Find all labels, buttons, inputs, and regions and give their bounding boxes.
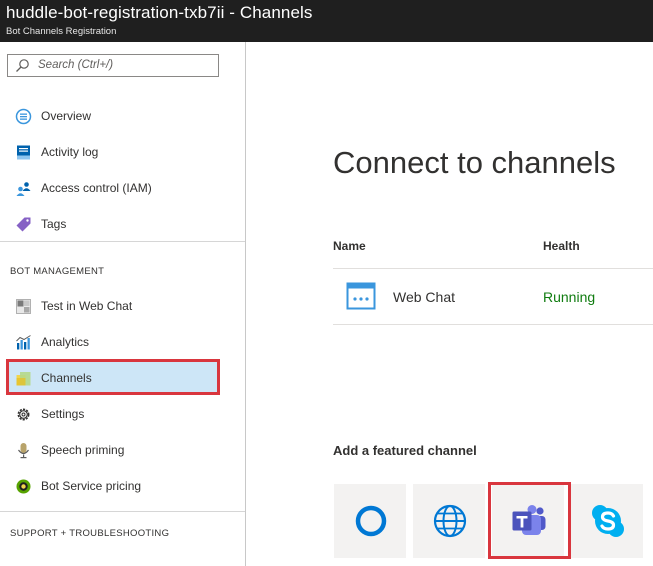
sidebar-item-settings[interactable]: Settings [8, 398, 220, 430]
window-title: huddle-bot-registration-txb7ii - Channel… [6, 3, 313, 22]
featured-channels-header: Add a featured channel [333, 443, 477, 458]
tag-icon [16, 217, 31, 232]
channels-panel: Connect to channels Name Health Web Chat… [247, 42, 653, 566]
table-header-divider [333, 268, 653, 269]
featured-channel-web[interactable] [413, 484, 485, 558]
sidebar-item-activity-log[interactable]: Activity log [8, 136, 220, 168]
sidebar-item-label: Bot Service pricing [41, 479, 142, 493]
sidebar-item-label: Access control (IAM) [41, 181, 152, 195]
sidebar-item-overview[interactable]: Overview [8, 100, 220, 132]
sidebar-item-speech-priming[interactable]: Speech priming [8, 434, 220, 466]
gear-icon [17, 408, 30, 421]
sidebar-divider [0, 511, 245, 512]
sidebar-item-label: Overview [41, 109, 92, 123]
channels-highlight-box [6, 359, 220, 395]
column-header-health: Health [543, 239, 580, 253]
featured-channel-cortana[interactable] [334, 484, 406, 558]
sidebar-divider [0, 241, 245, 242]
channel-name-web-chat[interactable]: Web Chat [393, 289, 455, 305]
sidebar-item-label: Settings [41, 407, 85, 421]
analytics-icon [16, 335, 31, 350]
overview-icon [15, 108, 32, 125]
pricing-icon [16, 479, 31, 494]
sidebar: Search (Ctrl+/) Overview Activity log Ac… [0, 42, 246, 566]
speech-priming-icon [18, 443, 29, 459]
sidebar-item-analytics[interactable]: Analytics [8, 326, 220, 358]
window-subtitle: Bot Channels Registration [6, 26, 117, 37]
cortana-icon [355, 505, 387, 537]
access-control-icon [16, 182, 31, 196]
search-input[interactable]: Search (Ctrl+/) [7, 54, 219, 77]
globe-icon [433, 504, 467, 538]
table-row-divider [333, 324, 653, 325]
column-header-name: Name [333, 239, 366, 253]
channel-health-status: Running [543, 289, 596, 305]
sidebar-item-test-in-web-chat[interactable]: Test in Web Chat [8, 290, 220, 322]
section-header-support: SUPPORT + TROUBLESHOOTING [10, 528, 170, 539]
skype-icon [592, 505, 624, 537]
web-chat-icon [346, 282, 376, 310]
title-bar: huddle-bot-registration-txb7ii - Channel… [0, 0, 653, 42]
teams-highlight-box [488, 482, 571, 559]
sidebar-item-tags[interactable]: Tags [8, 208, 220, 240]
sidebar-item-label: Activity log [41, 145, 99, 159]
activity-log-icon [17, 145, 30, 160]
page-title: Connect to channels [333, 145, 616, 180]
sidebar-item-label: Analytics [41, 335, 90, 349]
search-placeholder: Search (Ctrl+/) [38, 59, 114, 71]
test-web-chat-icon [16, 299, 31, 314]
featured-channel-skype[interactable] [571, 484, 643, 558]
sidebar-item-access-control[interactable]: Access control (IAM) [8, 172, 220, 204]
sidebar-item-bot-service-pricing[interactable]: Bot Service pricing [8, 470, 220, 502]
search-icon [16, 59, 29, 72]
section-header-bot-management: BOT MANAGEMENT [10, 266, 105, 277]
sidebar-item-label: Test in Web Chat [41, 299, 133, 313]
sidebar-item-label: Tags [41, 217, 67, 231]
sidebar-item-label: Speech priming [41, 443, 125, 457]
